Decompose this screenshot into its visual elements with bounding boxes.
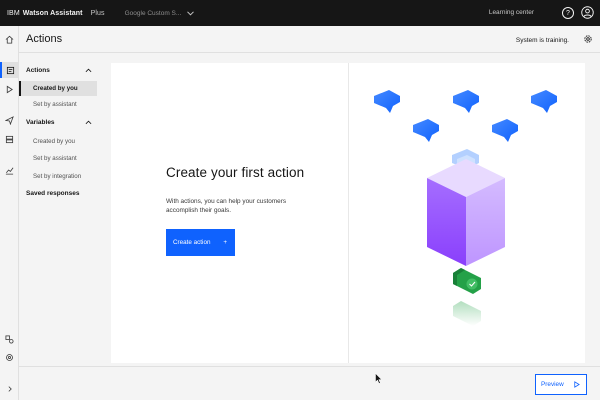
send-icon — [5, 115, 14, 125]
play-icon — [574, 381, 580, 388]
learning-center-link[interactable]: Learning center — [489, 9, 534, 16]
help-icon[interactable]: ? — [562, 7, 574, 19]
chevron-down-icon — [187, 10, 195, 16]
actions-illustration — [374, 90, 557, 326]
rail-preview[interactable] — [0, 81, 19, 97]
rail-actions[interactable] — [0, 62, 19, 78]
rail-home[interactable] — [0, 31, 19, 47]
chevron-up-icon[interactable] — [85, 67, 92, 74]
instance-name: Google Custom S... — [124, 9, 182, 17]
secondary-nav: Actions Created by you Set by assistant … — [19, 60, 99, 400]
user-icon[interactable] — [581, 6, 594, 19]
empty-state-heading: Create your first action — [166, 165, 305, 180]
saved-responses-link[interactable]: Saved responses — [26, 190, 79, 197]
create-action-button[interactable]: Create action + — [166, 229, 235, 256]
expand-icon — [8, 386, 12, 392]
rail-settings[interactable] — [0, 349, 19, 365]
subnav-item-variables-set-by-assistant[interactable]: Set by assistant — [19, 151, 97, 166]
chat-bubble-icon — [492, 119, 518, 142]
chat-bubble-icon — [413, 119, 439, 142]
analytics-icon — [5, 167, 14, 175]
footer-divider — [19, 366, 600, 367]
top-header: IBM Watson Assistant Plus Google Custom … — [0, 0, 600, 26]
rail-environments[interactable] — [0, 131, 19, 147]
home-icon — [5, 35, 14, 44]
chat-bubble-icon — [531, 90, 557, 113]
gear-icon[interactable] — [583, 34, 593, 44]
subnav-item-actions-set-by-assistant[interactable]: Set by assistant — [19, 97, 97, 112]
database-icon — [5, 135, 14, 143]
subnav-item-label: Created by you — [33, 138, 75, 145]
integrations-icon — [5, 334, 14, 344]
rail-analytics[interactable] — [0, 162, 19, 178]
subnav-item-actions-created-by-you[interactable]: Created by you — [19, 81, 97, 96]
header-divider — [19, 52, 600, 53]
subnav-item-label: Set by integration — [33, 173, 82, 180]
subnav-item-variables-created-by-you[interactable]: Created by you — [19, 134, 97, 149]
subnav-item-label: Set by assistant — [33, 155, 77, 162]
subnav-item-label: Set by assistant — [33, 101, 77, 108]
cube-icon — [427, 159, 505, 266]
create-action-label: Create action — [173, 239, 211, 246]
actions-icon — [6, 66, 15, 74]
check-badge-icon — [453, 268, 481, 294]
page-title: Actions — [26, 33, 63, 45]
brand-plan: Plus — [90, 9, 105, 17]
preview-label: Preview — [541, 381, 564, 388]
chevron-up-icon[interactable] — [85, 119, 92, 126]
instance-switcher[interactable]: Google Custom S... — [125, 10, 195, 17]
empty-state-card: Create your first action With actions, y… — [111, 63, 585, 363]
play-icon — [6, 85, 13, 93]
chat-bubble-icon — [453, 90, 479, 113]
chat-bubble-icon — [374, 90, 400, 113]
actions-section-heading[interactable]: Actions — [26, 67, 50, 74]
preview-button[interactable]: Preview — [535, 374, 587, 395]
plus-icon: + — [223, 239, 227, 246]
rail-integrations[interactable] — [0, 331, 19, 347]
brand-ibm: IBM — [7, 9, 20, 17]
training-status: System is training. — [515, 37, 569, 44]
subnav-item-label: Created by you — [33, 85, 78, 92]
left-rail — [0, 26, 19, 400]
rail-publish[interactable] — [0, 112, 19, 128]
brand-product: Watson Assistant — [22, 9, 83, 17]
variables-section-heading[interactable]: Variables — [26, 119, 55, 126]
product-brand[interactable]: IBM Watson Assistant Plus — [7, 10, 105, 17]
empty-state-description: With actions, you can help your customer… — [166, 198, 287, 214]
settings-icon — [6, 353, 13, 361]
rail-expand[interactable] — [0, 381, 19, 397]
mouse-cursor-icon — [375, 373, 382, 384]
subnav-item-variables-set-by-integration[interactable]: Set by integration — [19, 169, 97, 184]
